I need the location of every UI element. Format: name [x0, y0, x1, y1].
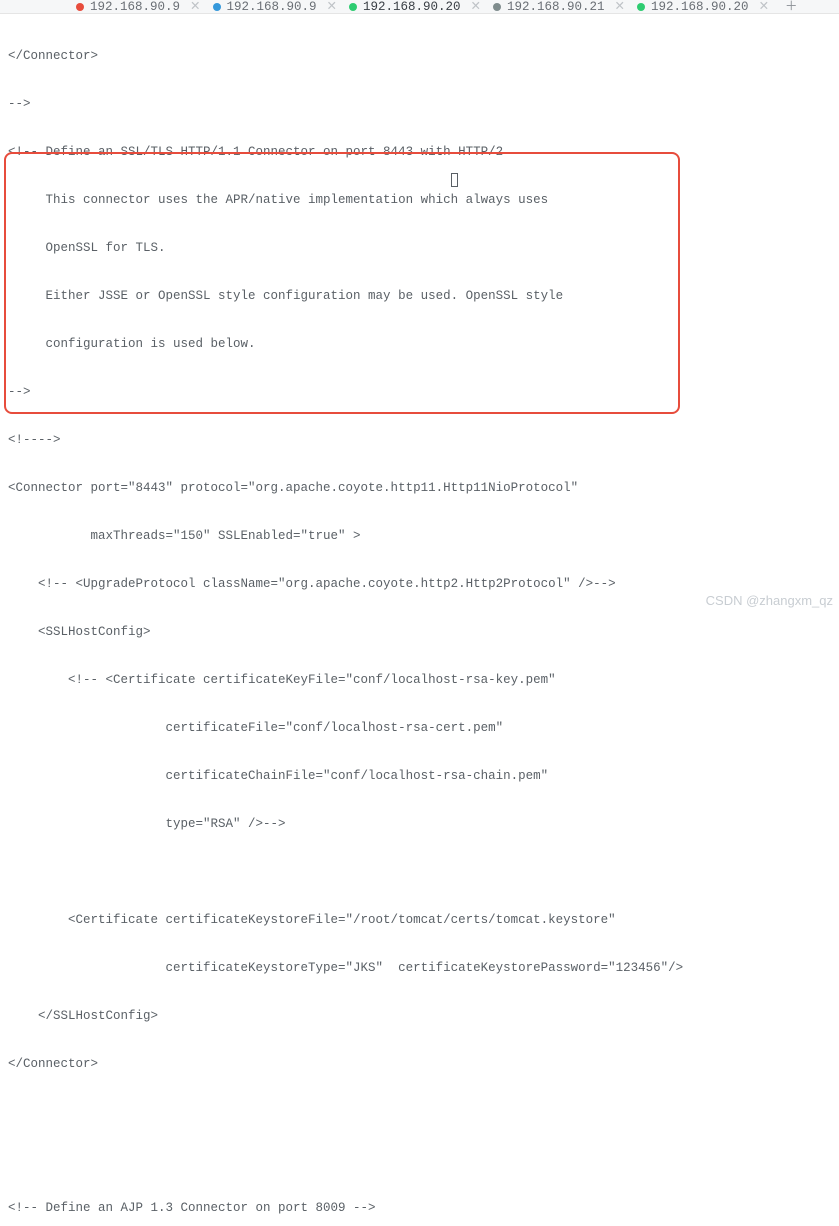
tab-label: 192.168.90.9 — [227, 0, 317, 14]
tab-label: 192.168.90.21 — [507, 0, 605, 14]
code-line: <Connector port="8443" protocol="org.apa… — [8, 480, 831, 496]
code-line: <SSLHostConfig> — [8, 624, 831, 640]
status-dot-icon — [493, 3, 501, 11]
status-dot-icon — [637, 3, 645, 11]
tab-3[interactable]: 192.168.90.21 ✕ — [487, 0, 631, 14]
code-line: </Connector> — [8, 1056, 831, 1072]
code-line: </SSLHostConfig> — [8, 1008, 831, 1024]
tab-1[interactable]: 192.168.90.9 ✕ — [207, 0, 344, 14]
code-line: --> — [8, 96, 831, 112]
code-line: type="RSA" />--> — [8, 816, 831, 832]
status-dot-icon — [76, 3, 84, 11]
tab-label: 192.168.90.9 — [90, 0, 180, 14]
code-line: <!-- <UpgradeProtocol className="org.apa… — [8, 576, 831, 592]
close-icon[interactable]: ✕ — [615, 0, 625, 14]
code-line: </Connector> — [8, 48, 831, 64]
code-line: <!-- Define an AJP 1.3 Connector on port… — [8, 1200, 831, 1216]
code-line: certificateChainFile="conf/localhost-rsa… — [8, 768, 831, 784]
close-icon[interactable]: ✕ — [327, 0, 337, 14]
code-line: maxThreads="150" SSLEnabled="true" > — [8, 528, 831, 544]
tab-label: 192.168.90.20 — [651, 0, 749, 14]
status-dot-icon — [349, 3, 357, 11]
code-line: Either JSSE or OpenSSL style configurati… — [8, 288, 831, 304]
tab-label: 192.168.90.20 — [363, 0, 461, 14]
tab-2[interactable]: 192.168.90.20 ✕ — [343, 0, 487, 14]
code-line: certificateKeystoreType="JKS" certificat… — [8, 960, 831, 976]
code-line: <Certificate certificateKeystoreFile="/r… — [8, 912, 831, 928]
new-tab-button[interactable]: ＋ — [775, 0, 808, 14]
code-line: configuration is used below. — [8, 336, 831, 352]
tab-0[interactable]: 192.168.90.9 ✕ — [70, 0, 207, 14]
code-line: OpenSSL for TLS. — [8, 240, 831, 256]
code-line — [8, 864, 831, 880]
code-line: <!-- <Certificate certificateKeyFile="co… — [8, 672, 831, 688]
code-line: This connector uses the APR/native imple… — [8, 192, 831, 208]
editor-pane[interactable]: </Connector> --> <!-- Define an SSL/TLS … — [0, 14, 839, 1226]
tab-bar: 192.168.90.9 ✕ 192.168.90.9 ✕ 192.168.90… — [0, 0, 839, 14]
code-line: certificateFile="conf/localhost-rsa-cert… — [8, 720, 831, 736]
code-line: --> — [8, 384, 831, 400]
tab-4[interactable]: 192.168.90.20 ✕ — [631, 0, 775, 14]
status-dot-icon — [213, 3, 221, 11]
close-icon[interactable]: ✕ — [190, 0, 200, 14]
text-cursor-icon — [451, 173, 458, 187]
code-line — [8, 1104, 831, 1120]
code-line: <!-- Define an SSL/TLS HTTP/1.1 Connecto… — [8, 144, 831, 160]
code-line: <!----> — [8, 432, 831, 448]
close-icon[interactable]: ✕ — [471, 0, 481, 14]
close-icon[interactable]: ✕ — [759, 0, 769, 14]
code-line — [8, 1152, 831, 1168]
